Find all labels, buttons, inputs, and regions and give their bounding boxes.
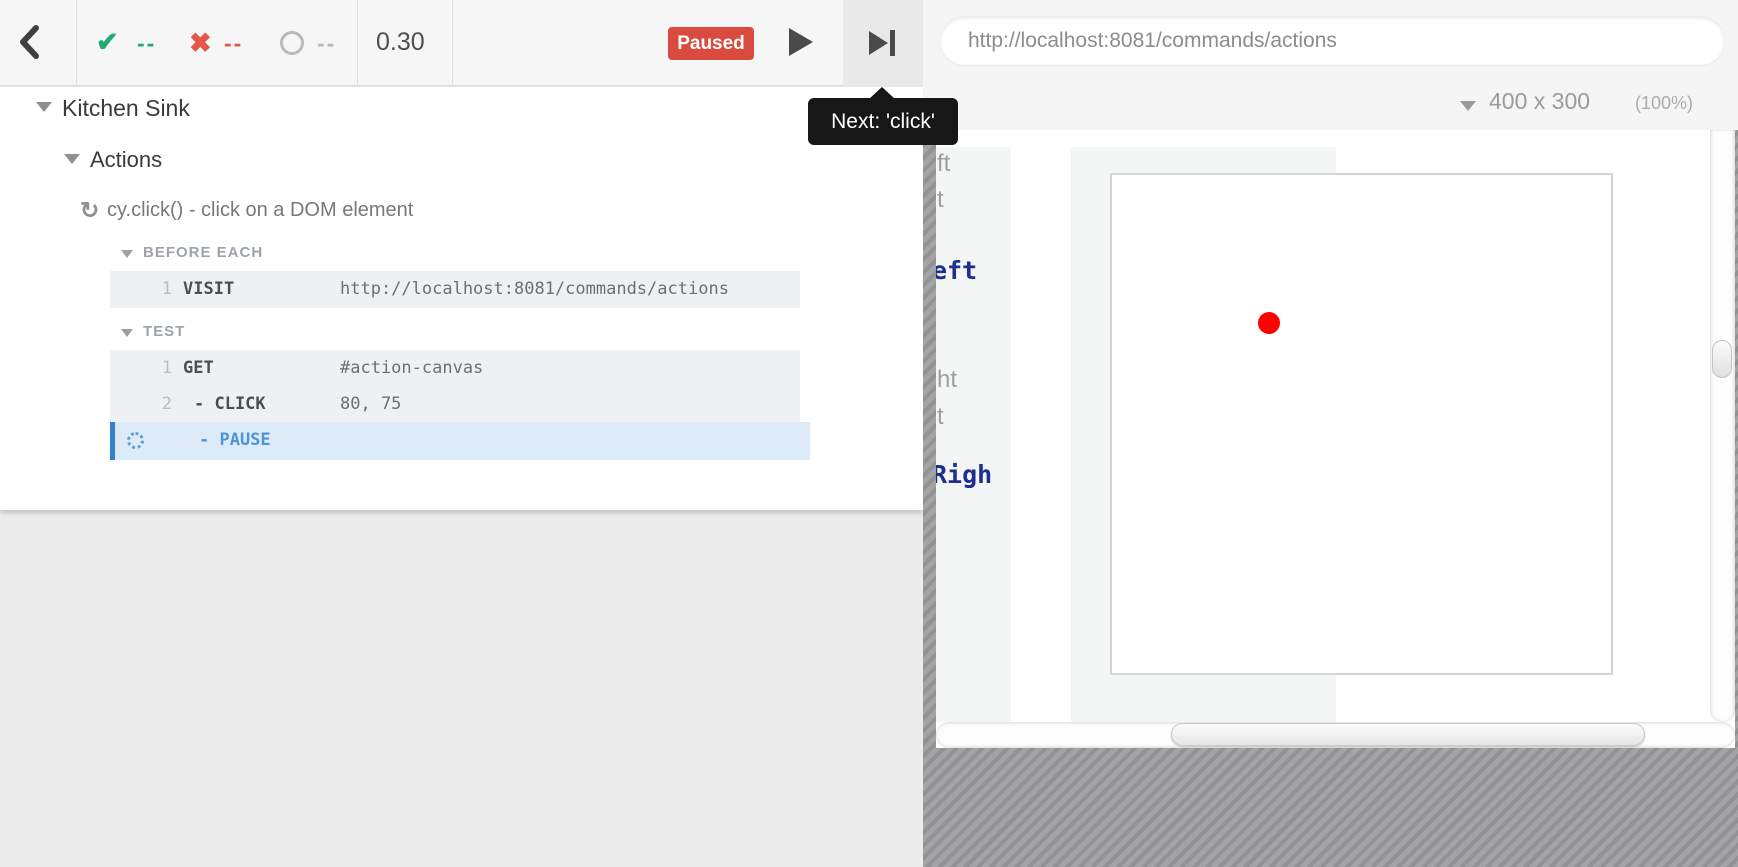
command-name: VISIT	[183, 279, 234, 299]
pause-spinner-icon	[127, 432, 144, 449]
next-step-button[interactable]	[843, 0, 923, 86]
section-test[interactable]: TEST	[143, 323, 185, 340]
aut-iframe: ft t eft ht t Righ	[936, 130, 1735, 748]
test-title[interactable]: cy.click() - click on a DOM element	[107, 199, 413, 222]
click-red-dot	[1258, 312, 1280, 334]
horizontal-scrollbar[interactable]	[936, 722, 1735, 748]
url-address-bar[interactable]	[940, 16, 1725, 65]
tests-failed-icon: ✖	[189, 28, 214, 59]
page-text-fragment: ht	[937, 366, 957, 394]
command-value: http://localhost:8081/commands/actions	[340, 279, 729, 299]
page-text-fragment: t	[937, 186, 944, 214]
cypress-runner-screen: ✔ -- ✖ -- -- 0.30 Paused Kitchen Sink Ac…	[0, 0, 1738, 867]
collapse-caret-icon[interactable]	[121, 250, 133, 258]
viewport-zoom: (100%)	[1635, 93, 1693, 114]
command-name: - PAUSE	[199, 430, 271, 450]
tests-pending-icon	[280, 31, 304, 55]
tests-passed-icon: ✔	[96, 27, 121, 58]
reporter-command-log: Kitchen Sink Actions ↻ cy.click() - clic…	[0, 87, 923, 510]
vertical-scrollbar[interactable]	[1710, 130, 1735, 722]
next-step-tooltip: Next: 'click'	[808, 98, 958, 145]
page-code-fragment: Righ	[936, 460, 992, 489]
toolbar-divider	[357, 0, 358, 85]
viewport-size[interactable]: 400 x 300	[1489, 88, 1590, 115]
command-row-click[interactable]: 2 - CLICK 80, 75	[110, 386, 800, 422]
tooltip-arrow	[869, 87, 895, 99]
command-value: 80, 75	[340, 394, 401, 414]
suite-actions[interactable]: Actions	[90, 147, 162, 173]
page-code-fragment: eft	[936, 256, 977, 285]
paused-status-badge: Paused	[668, 27, 754, 60]
section-before-each[interactable]: BEFORE EACH	[143, 244, 263, 261]
command-row-visit[interactable]: 1 VISIT http://localhost:8081/commands/a…	[110, 271, 800, 308]
command-row-get[interactable]: 1 GET #action-canvas	[110, 350, 800, 386]
command-name: - CLICK	[194, 394, 266, 414]
back-button[interactable]	[16, 22, 60, 64]
play-icon	[789, 28, 813, 56]
suite-kitchen-sink[interactable]: Kitchen Sink	[62, 95, 190, 122]
toolbar-divider	[452, 0, 453, 85]
action-canvas[interactable]	[1110, 173, 1613, 675]
tests-passed-count: --	[137, 30, 156, 57]
viewport-dropdown-caret-icon[interactable]	[1460, 101, 1476, 111]
vertical-scrollbar-thumb[interactable]	[1712, 340, 1732, 378]
code-block-left	[936, 147, 1011, 722]
collapse-caret-icon[interactable]	[121, 329, 133, 337]
reporter-toolbar: ✔ -- ✖ -- -- 0.30 Paused	[0, 0, 923, 86]
command-number: 1	[152, 358, 172, 378]
command-value: #action-canvas	[340, 358, 483, 378]
command-name: GET	[183, 358, 214, 378]
command-number: 2	[152, 394, 172, 414]
test-running-spinner-icon: ↻	[80, 197, 99, 224]
page-text-fragment: ft	[937, 150, 950, 178]
resume-button[interactable]	[789, 28, 815, 58]
test-duration: 0.30	[376, 28, 425, 57]
collapse-caret-icon[interactable]	[36, 102, 52, 112]
aut-header: 400 x 300 (100%)	[923, 0, 1738, 130]
tests-failed-count: --	[224, 30, 243, 57]
skip-next-icon	[869, 30, 895, 56]
tooltip-text: Next: 'click'	[831, 110, 935, 134]
back-chevron-icon	[16, 22, 60, 62]
page-text-fragment: t	[937, 403, 944, 431]
tests-pending-count: --	[317, 30, 336, 57]
aut-stage-background: ft t eft ht t Righ	[923, 130, 1738, 867]
horizontal-scrollbar-thumb[interactable]	[1171, 723, 1645, 746]
command-number: 1	[152, 279, 172, 299]
toolbar-divider	[76, 0, 77, 85]
command-row-pause[interactable]: - PAUSE	[110, 422, 810, 460]
collapse-caret-icon[interactable]	[64, 154, 80, 164]
